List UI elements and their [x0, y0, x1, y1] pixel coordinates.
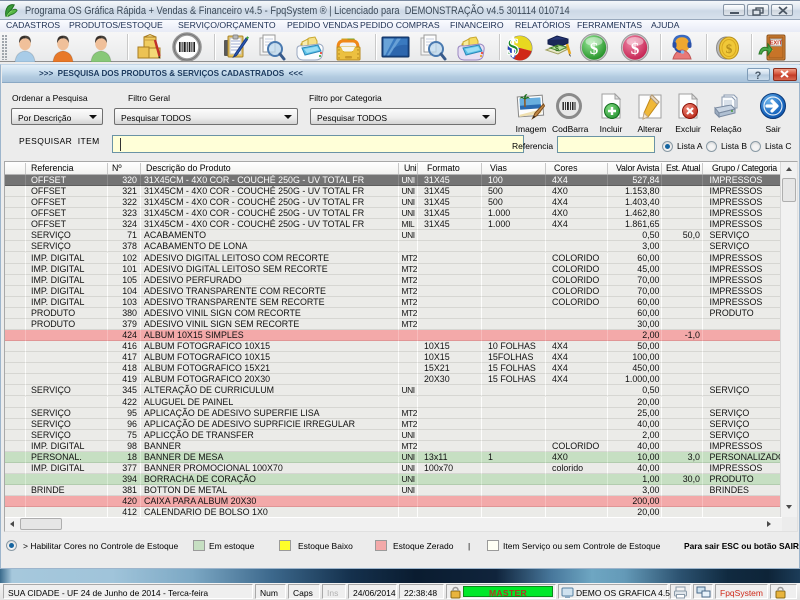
svg-text:$: $: [726, 41, 733, 56]
svg-text:EXIT: EXIT: [770, 41, 783, 47]
svg-text:$: $: [507, 35, 519, 61]
svg-text:?: ?: [755, 70, 762, 80]
svg-text:$: $: [631, 39, 640, 58]
svg-text:$: $: [590, 39, 599, 58]
svg-text:$: $: [555, 46, 559, 53]
